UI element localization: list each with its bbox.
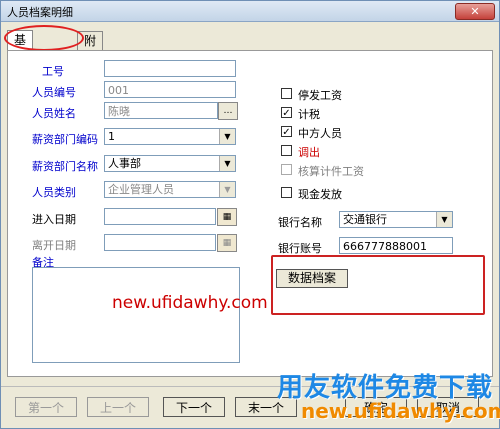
salary-dept-name-label: 薪资部门名称 (32, 160, 98, 173)
salary-dept-code-label: 薪资部门编码 (32, 133, 98, 146)
salary-dept-name-select[interactable]: 人事部 ▼ (104, 155, 236, 172)
bank-account-input[interactable]: 666777888001 (339, 237, 453, 254)
cash-payment-label: 现金发放 (298, 188, 342, 201)
transfer-out-label: 调出 (298, 146, 320, 159)
bank-name-select[interactable]: 交通银行 ▼ (339, 211, 453, 228)
memo-textarea[interactable] (32, 267, 240, 363)
chinese-staff-label: 中方人员 (298, 127, 342, 140)
stop-salary-label: 停发工资 (298, 89, 342, 102)
checkbox-tax[interactable]: ✓ (281, 107, 292, 119)
code-input[interactable]: 001 (104, 81, 236, 98)
chevron-down-icon[interactable]: ▼ (219, 156, 235, 171)
dialog-window: 人员档案明细 ✕ 基本信息 附加信息 工号 人员编号 001 人员姓名 陈晓 …… (0, 0, 500, 429)
bank-name-label: 银行名称 (278, 216, 322, 229)
chevron-down-icon[interactable]: ▼ (436, 212, 452, 227)
checkbox-stop-salary[interactable] (281, 88, 292, 99)
entry-date-input[interactable] (104, 208, 216, 225)
leave-date-input[interactable] (104, 234, 216, 251)
emp-no-label: 工号 (42, 65, 64, 78)
name-input[interactable]: 陈晓 (104, 102, 218, 119)
next-button[interactable]: 下一个 (163, 397, 225, 417)
calendar-icon[interactable]: ▦ (217, 208, 237, 226)
ellipsis-icon[interactable]: … (218, 102, 238, 120)
title-bar: 人员档案明细 ✕ (1, 1, 499, 22)
code-label: 人员编号 (32, 86, 76, 99)
checkbox-transfer-out[interactable] (281, 145, 292, 156)
salary-dept-code-select[interactable]: 1 ▼ (104, 128, 236, 145)
center-watermark: new.ufidawhy.com (112, 293, 268, 313)
piecework-label: 核算计件工资 (298, 165, 364, 178)
tax-label: 计税 (298, 108, 320, 121)
chevron-down-icon[interactable]: ▼ (219, 129, 235, 144)
data-archive-button[interactable]: 数据档案 (276, 269, 348, 288)
checkbox-piecework[interactable] (281, 164, 292, 175)
calendar-icon[interactable]: ▦ (217, 234, 237, 252)
category-select[interactable]: 企业管理人员 ▼ (104, 181, 236, 198)
leave-date-label: 离开日期 (32, 239, 76, 252)
checkbox-cash-payment[interactable] (281, 187, 292, 198)
bank-account-label: 银行账号 (278, 242, 322, 255)
prev-button[interactable]: 上一个 (87, 397, 149, 417)
category-value: 企业管理人员 (108, 183, 174, 196)
bank-name-value: 交通银行 (343, 213, 387, 226)
name-label: 人员姓名 (32, 107, 76, 120)
emp-no-input[interactable] (104, 60, 236, 77)
basic-info-panel: 工号 人员编号 001 人员姓名 陈晓 … 薪资部门编码 1 ▼ 薪资部门名称 … (7, 50, 493, 377)
window-title: 人员档案明细 (7, 6, 73, 19)
category-label: 人员类别 (32, 186, 76, 199)
close-button[interactable]: ✕ (455, 3, 495, 20)
entry-date-label: 进入日期 (32, 213, 76, 226)
salary-dept-name-value: 人事部 (108, 157, 141, 170)
salary-dept-code-value: 1 (108, 130, 115, 143)
chevron-down-icon[interactable]: ▼ (219, 182, 235, 197)
checkbox-chinese-staff[interactable]: ✓ (281, 126, 292, 138)
highlight-circle (4, 25, 84, 51)
brand-url-watermark: new.ufidawhy.com (301, 399, 500, 423)
first-button[interactable]: 第一个 (15, 397, 77, 417)
